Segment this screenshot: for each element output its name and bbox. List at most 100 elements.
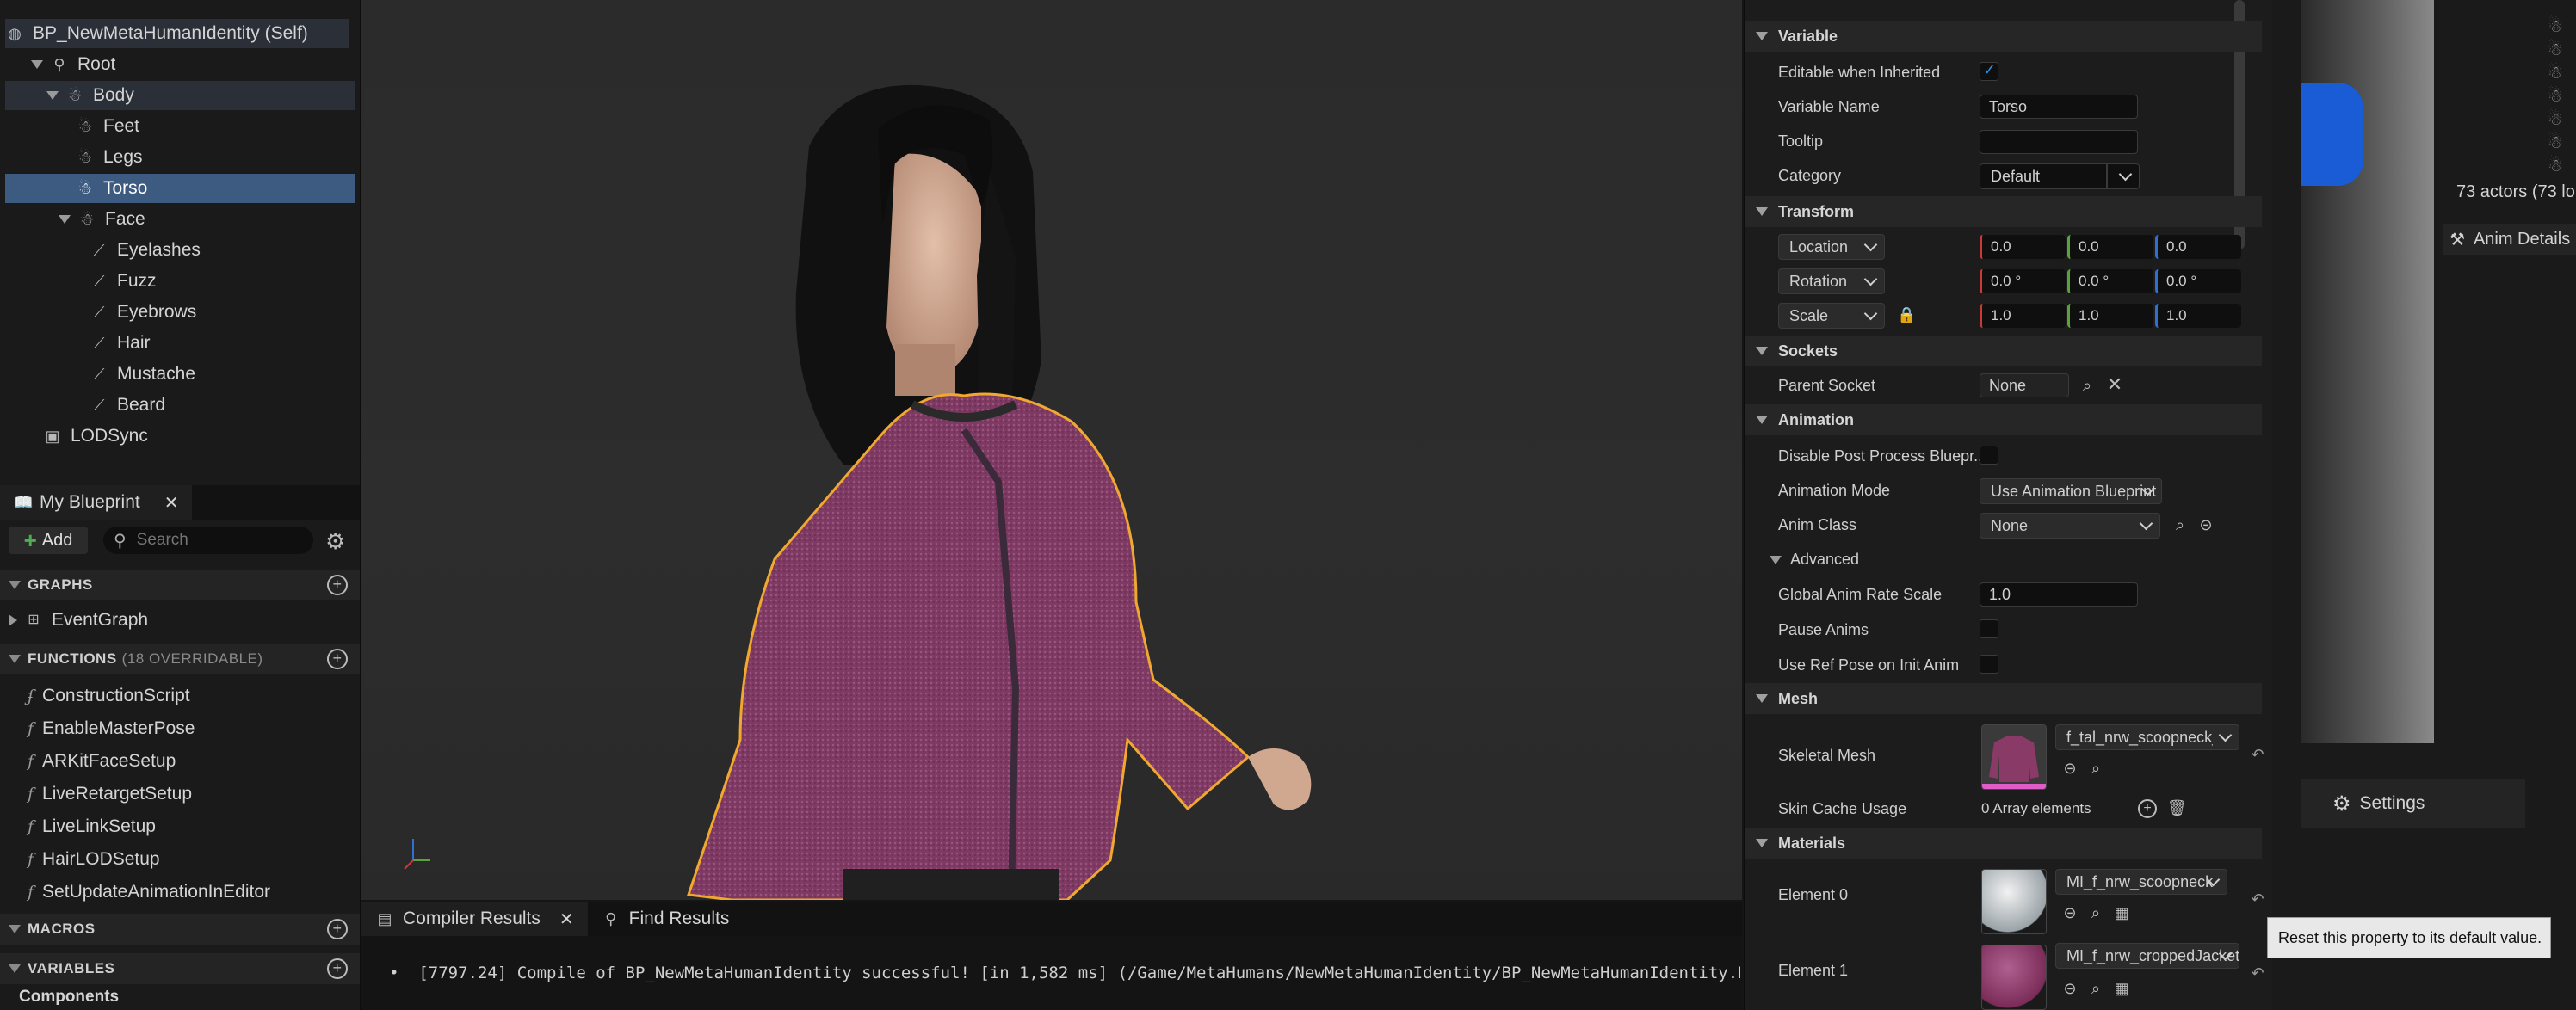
settings-button[interactable]: ⚙ Settings — [2301, 779, 2525, 828]
material-0-dropdown[interactable]: MI_f_nrw_scoopneck — [2055, 869, 2227, 895]
scale-y-field[interactable]: 1.0 — [2067, 304, 2153, 328]
tree-item-feet[interactable]: ☃ Feet — [5, 112, 355, 141]
graphs-section-header[interactable]: GRAPHS + — [0, 570, 360, 600]
tree-item-lodsync[interactable]: ▣ LODSync — [5, 422, 355, 451]
tree-item-beard[interactable]: ⟋ Beard — [5, 391, 355, 420]
rotation-mode-dropdown[interactable]: Rotation — [1778, 268, 1885, 294]
close-tab-icon[interactable]: ✕ — [559, 908, 574, 930]
advanced-toggle[interactable]: Advanced — [1770, 551, 1859, 569]
add-graph-icon[interactable]: + — [327, 575, 348, 595]
location-y-field[interactable]: 0.0 — [2067, 235, 2153, 259]
add-element-icon[interactable]: + — [2138, 799, 2157, 818]
level-viewport-strip[interactable] — [2301, 0, 2434, 743]
material-options-icon[interactable]: ▦ — [2112, 979, 2131, 998]
tree-root-self[interactable]: ◍ BP_NewMetaHumanIdentity (Self) — [5, 19, 349, 48]
add-button[interactable]: + Add — [9, 527, 88, 554]
function-item[interactable]: f SetUpdateAnimationInEditor — [28, 877, 270, 908]
add-macro-icon[interactable]: + — [327, 919, 348, 939]
scale-mode-dropdown[interactable]: Scale — [1778, 303, 1885, 329]
expand-arrow-icon[interactable] — [59, 215, 71, 224]
tree-item-mustache[interactable]: ⟋ Mustache — [5, 360, 355, 389]
tree-item-hair[interactable]: ⟋ Hair — [5, 329, 355, 358]
variables-section-header[interactable]: VARIABLES + — [0, 953, 360, 984]
add-variable-icon[interactable]: + — [327, 958, 348, 979]
use-selected-icon[interactable]: ⊝ — [2060, 759, 2079, 778]
tree-item-root[interactable]: ⚲ Root — [5, 50, 355, 79]
trash-icon[interactable]: 🗑 — [2167, 798, 2187, 817]
tree-item-legs[interactable]: ☃ Legs — [5, 143, 355, 172]
browse-icon[interactable]: ⌕ — [2086, 979, 2105, 998]
tooltip-field[interactable] — [1980, 130, 2138, 154]
reset-arrow-icon[interactable]: ↶ — [2248, 745, 2267, 764]
tab-anim-details[interactable]: ⚒ Anim Details — [2443, 224, 2576, 255]
category-dropdown[interactable]: Default — [1980, 163, 2140, 189]
tree-item-torso[interactable]: ☃ Torso — [5, 174, 355, 203]
location-mode-dropdown[interactable]: Location — [1778, 234, 1885, 260]
components-category[interactable]: Components — [19, 988, 119, 1007]
editable-checkbox[interactable]: ✓ — [1980, 61, 1998, 81]
location-x-field[interactable]: 0.0 — [1980, 235, 2066, 259]
function-item[interactable]: f ARKitFaceSetup — [28, 746, 176, 777]
macros-section-header[interactable]: MACROS + — [0, 914, 360, 945]
parent-socket-field[interactable]: None — [1980, 373, 2069, 397]
scale-z-field[interactable]: 1.0 — [2155, 304, 2241, 328]
viewport[interactable] — [361, 0, 1742, 900]
use-selected-icon[interactable]: ⊝ — [2060, 903, 2079, 922]
category-transform[interactable]: Transform — [1745, 196, 2262, 227]
rotation-y-field[interactable]: 0.0 ° — [2067, 269, 2153, 293]
tree-item-eyelashes[interactable]: ⟋ Eyelashes — [5, 236, 355, 265]
material-options-icon[interactable]: ▦ — [2112, 903, 2131, 922]
material-1-thumbnail[interactable] — [1981, 945, 2047, 1010]
category-variable[interactable]: Variable — [1745, 21, 2262, 52]
rotation-x-field[interactable]: 0.0 ° — [1980, 269, 2066, 293]
scale-x-field[interactable]: 1.0 — [1980, 304, 2066, 328]
skeletal-mesh-dropdown[interactable]: f_tal_nrw_scoopneck_c — [2055, 724, 2239, 750]
close-tab-icon[interactable]: ✕ — [164, 492, 179, 514]
function-item[interactable]: f EnableMasterPose — [28, 713, 195, 744]
settings-gear-icon[interactable]: ⚙ — [325, 528, 345, 555]
tree-item-fuzz[interactable]: ⟋ Fuzz — [5, 267, 355, 296]
global-rate-field[interactable]: 1.0 — [1980, 582, 2138, 607]
function-item[interactable]: ʄ ConstructionScript — [28, 681, 190, 711]
rotation-z-field[interactable]: 0.0 ° — [2155, 269, 2241, 293]
disable-pp-checkbox[interactable] — [1980, 446, 1998, 465]
location-z-field[interactable]: 0.0 — [2155, 235, 2241, 259]
add-function-icon[interactable]: + — [327, 649, 348, 669]
category-animation[interactable]: Animation — [1745, 404, 2262, 435]
functions-section-header[interactable]: FUNCTIONS (18 OVERRIDABLE) + — [0, 644, 360, 674]
tab-find-results[interactable]: ⚲ Find Results — [587, 902, 744, 936]
material-0-thumbnail[interactable] — [1981, 869, 2047, 934]
clear-icon[interactable]: ✕ — [2105, 375, 2124, 394]
animation-mode-dropdown[interactable]: Use Animation Blueprint — [1980, 478, 2162, 504]
browse-icon[interactable]: ⌕ — [2171, 515, 2190, 534]
lock-icon[interactable]: 🔒 — [1897, 305, 1916, 324]
expand-arrow-icon[interactable] — [31, 60, 43, 69]
variable-name-field[interactable]: Torso — [1980, 95, 2138, 119]
anim-class-dropdown[interactable]: None — [1980, 513, 2160, 539]
expand-arrow-icon[interactable] — [46, 91, 59, 100]
use-selected-icon[interactable]: ⊝ — [2196, 515, 2215, 534]
browse-socket-icon[interactable]: ⌕ — [2078, 376, 2097, 395]
tree-item-body[interactable]: ☃ Body — [5, 81, 355, 110]
tab-compiler-results[interactable]: ▤ Compiler Results ✕ — [361, 902, 588, 936]
category-sockets[interactable]: Sockets — [1745, 336, 2262, 366]
eventgraph-item[interactable]: ⊞ EventGraph — [9, 606, 148, 635]
tree-item-face[interactable]: ☃ Face — [5, 205, 355, 234]
expand-arrow-icon[interactable] — [9, 614, 17, 626]
category-materials[interactable]: Materials — [1745, 828, 2262, 859]
skeletal-mesh-thumbnail[interactable] — [1981, 724, 2047, 790]
reset-arrow-icon[interactable]: ↶ — [2248, 890, 2267, 908]
function-item[interactable]: f LiveRetargetSetup — [28, 779, 192, 810]
search-input[interactable] — [134, 530, 293, 551]
tree-item-eyebrows[interactable]: ⟋ Eyebrows — [5, 298, 355, 327]
material-1-dropdown[interactable]: MI_f_nrw_croppedJacket — [2055, 943, 2239, 969]
browse-icon[interactable]: ⌕ — [2086, 903, 2105, 922]
tab-my-blueprint[interactable]: 📖 My Blueprint ✕ — [0, 485, 193, 520]
function-item[interactable]: f HairLODSetup — [28, 844, 160, 875]
pause-anims-checkbox[interactable] — [1980, 619, 1998, 638]
category-mesh[interactable]: Mesh — [1745, 683, 2262, 714]
browse-icon[interactable]: ⌕ — [2086, 759, 2105, 778]
ref-pose-checkbox[interactable] — [1980, 655, 1998, 674]
use-selected-icon[interactable]: ⊝ — [2060, 979, 2079, 998]
function-item[interactable]: f LiveLinkSetup — [28, 811, 156, 842]
